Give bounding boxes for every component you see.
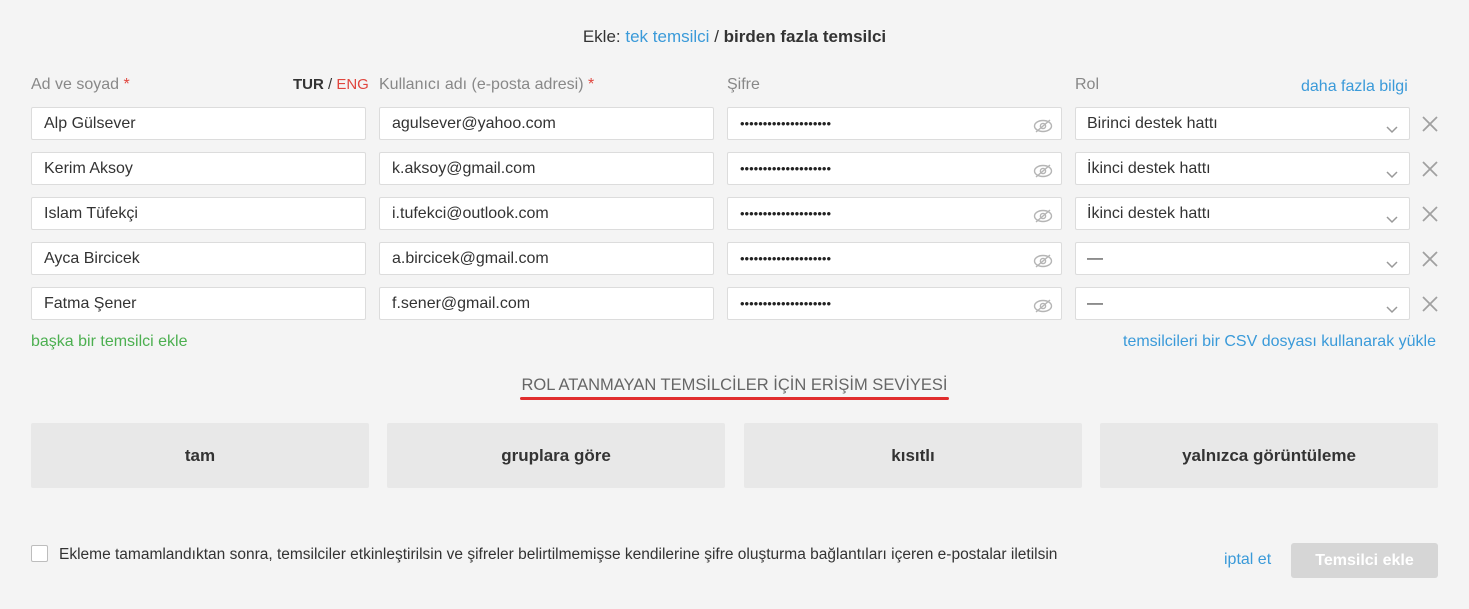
role-select[interactable]: — [1075, 242, 1410, 275]
role-select[interactable]: Birinci destek hattı [1075, 107, 1410, 140]
lang-eng[interactable]: ENG [336, 76, 369, 93]
email-input[interactable]: a.bircicek@gmail.com [379, 242, 714, 275]
access-level-title: ROL ATANMAYAN TEMSİLCİLER İÇİN ERİŞİM SE… [521, 376, 948, 394]
add-mode-header: Ekle: tek temsilci / birden fazla temsil… [0, 27, 1469, 47]
password-input-value: •••••••••••••••••••• [740, 296, 832, 311]
password-input-value: •••••••••••••••••••• [740, 206, 832, 221]
role-column-label: Rol [1075, 76, 1100, 93]
password-input-value: •••••••••••••••••••• [740, 161, 832, 176]
activate-checkbox-label: Ekleme tamamlandıktan sonra, temsilciler… [59, 546, 1058, 563]
name-input[interactable]: Alp Gülsever [31, 107, 366, 140]
name-input[interactable]: Kerim Aksoy [31, 152, 366, 185]
csv-upload-link[interactable]: temsilcileri bir CSV dosyası kullanarak … [1123, 333, 1436, 351]
close-icon[interactable] [1421, 250, 1439, 268]
email-column-label: Kullanıcı adı (e-posta adresi) * [379, 76, 595, 93]
name-input[interactable]: Fatma Şener [31, 287, 366, 320]
name-column-label: Ad ve soyad * [31, 76, 130, 93]
required-marker: * [588, 76, 595, 93]
add-agents-button[interactable]: Temsilci ekle [1291, 543, 1438, 578]
chevron-down-icon [1385, 161, 1399, 179]
name-input-value: Kerim Aksoy [44, 160, 133, 177]
name-input-value: Alp Gülsever [44, 115, 136, 132]
mode-separator: / [714, 27, 719, 46]
email-input-value: agulsever@yahoo.com [392, 115, 556, 132]
password-input[interactable]: •••••••••••••••••••• [727, 107, 1062, 140]
name-input-value: Islam Tüfekçi [44, 205, 138, 222]
password-column-label: Şifre [727, 76, 760, 93]
chevron-down-icon [1385, 251, 1399, 269]
role-select-value: — [1087, 295, 1103, 312]
add-another-agent-link[interactable]: başka bir temsilci ekle [31, 333, 188, 351]
password-input[interactable]: •••••••••••••••••••• [727, 152, 1062, 185]
email-input[interactable]: k.aksoy@gmail.com [379, 152, 714, 185]
eye-icon[interactable] [1033, 295, 1053, 313]
role-select-value: — [1087, 250, 1103, 267]
role-select-value: İkinci destek hattı [1087, 205, 1211, 222]
eye-icon[interactable] [1033, 250, 1053, 268]
close-icon[interactable] [1421, 160, 1439, 178]
chevron-down-icon [1385, 206, 1399, 224]
single-agent-link[interactable]: tek temsilci [625, 27, 709, 46]
chevron-down-icon [1385, 296, 1399, 314]
close-icon[interactable] [1421, 205, 1439, 223]
email-input-value: f.sener@gmail.com [392, 295, 531, 312]
email-input-value: i.tufekci@outlook.com [392, 205, 549, 222]
email-input[interactable]: i.tufekci@outlook.com [379, 197, 714, 230]
email-input-value: k.aksoy@gmail.com [392, 160, 536, 177]
password-input[interactable]: •••••••••••••••••••• [727, 242, 1062, 275]
chevron-down-icon [1385, 116, 1399, 134]
email-input[interactable]: agulsever@yahoo.com [379, 107, 714, 140]
close-icon[interactable] [1421, 115, 1439, 133]
access-option-restricted[interactable]: kısıtlı [744, 423, 1082, 488]
name-input[interactable]: Islam Tüfekçi [31, 197, 366, 230]
title-underline [520, 397, 949, 400]
name-input[interactable]: Ayca Bircicek [31, 242, 366, 275]
cancel-link[interactable]: iptal et [1224, 551, 1271, 569]
email-input-value: a.bircicek@gmail.com [392, 250, 549, 267]
access-option-view-only[interactable]: yalnızca görüntüleme [1100, 423, 1438, 488]
password-input-value: •••••••••••••••••••• [740, 251, 832, 266]
email-input[interactable]: f.sener@gmail.com [379, 287, 714, 320]
name-language-switch: TUR / ENG [293, 76, 369, 93]
password-input[interactable]: •••••••••••••••••••• [727, 287, 1062, 320]
role-select-value: Birinci destek hattı [1087, 115, 1218, 132]
role-select[interactable]: İkinci destek hattı [1075, 152, 1410, 185]
eye-icon[interactable] [1033, 115, 1053, 133]
more-info-link[interactable]: daha fazla bilgi [1301, 78, 1408, 96]
required-marker: * [123, 76, 130, 93]
eye-icon[interactable] [1033, 160, 1053, 178]
multiple-agents-label: birden fazla temsilci [723, 27, 887, 46]
access-option-full[interactable]: tam [31, 423, 369, 488]
close-icon[interactable] [1421, 295, 1439, 313]
activate-checkbox[interactable] [31, 545, 48, 562]
add-prefix: Ekle: [582, 27, 621, 46]
role-select-value: İkinci destek hattı [1087, 160, 1211, 177]
role-select[interactable]: — [1075, 287, 1410, 320]
lang-separator: / [328, 76, 333, 93]
name-input-value: Fatma Şener [44, 295, 137, 312]
eye-icon[interactable] [1033, 205, 1053, 223]
password-input-value: •••••••••••••••••••• [740, 116, 832, 131]
role-select[interactable]: İkinci destek hattı [1075, 197, 1410, 230]
password-input[interactable]: •••••••••••••••••••• [727, 197, 1062, 230]
name-input-value: Ayca Bircicek [44, 250, 140, 267]
access-option-by-groups[interactable]: gruplara göre [387, 423, 725, 488]
lang-tur[interactable]: TUR [293, 76, 324, 93]
